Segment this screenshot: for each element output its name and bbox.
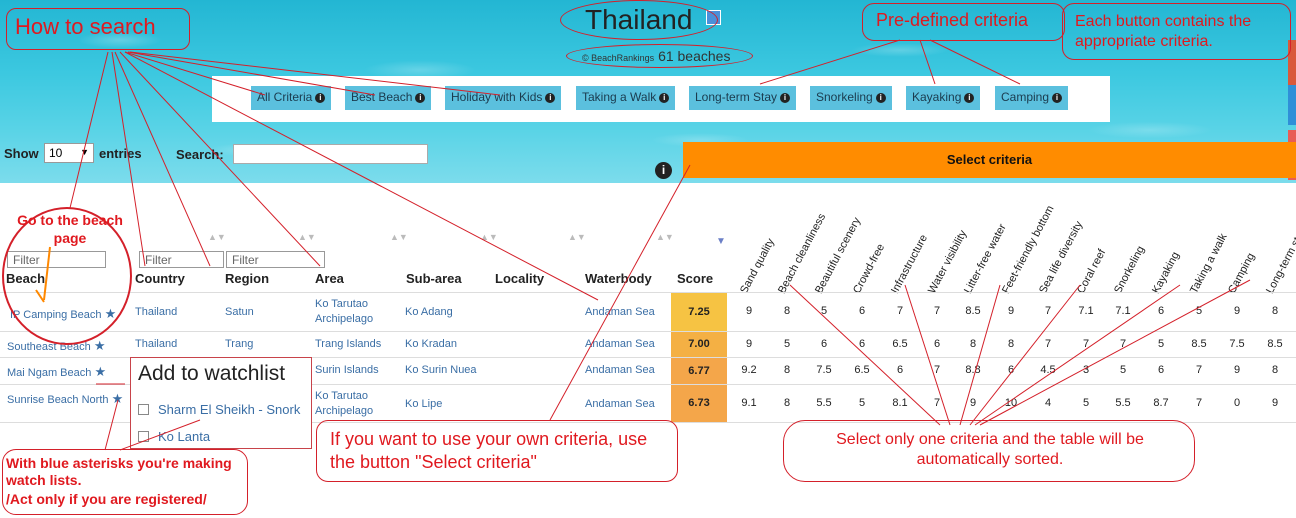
- how-to-search-note: How to search: [15, 14, 156, 39]
- own-criteria-note: If you want to use your own criteria, us…: [330, 429, 648, 472]
- each-button-note: Each button contains the appropriate cri…: [1075, 13, 1252, 50]
- asterisks-note: With blue asterisks you're making watch …: [6, 455, 232, 488]
- select-one-note: Select only one criteria and the table w…: [836, 431, 1144, 468]
- registered-note: /Act only if you are registered/: [6, 491, 207, 507]
- count-oval: [566, 44, 753, 68]
- go-to-note: Go to the beach page: [17, 212, 123, 246]
- predefined-note: Pre-defined criteria: [876, 10, 1029, 30]
- title-oval: [560, 0, 718, 40]
